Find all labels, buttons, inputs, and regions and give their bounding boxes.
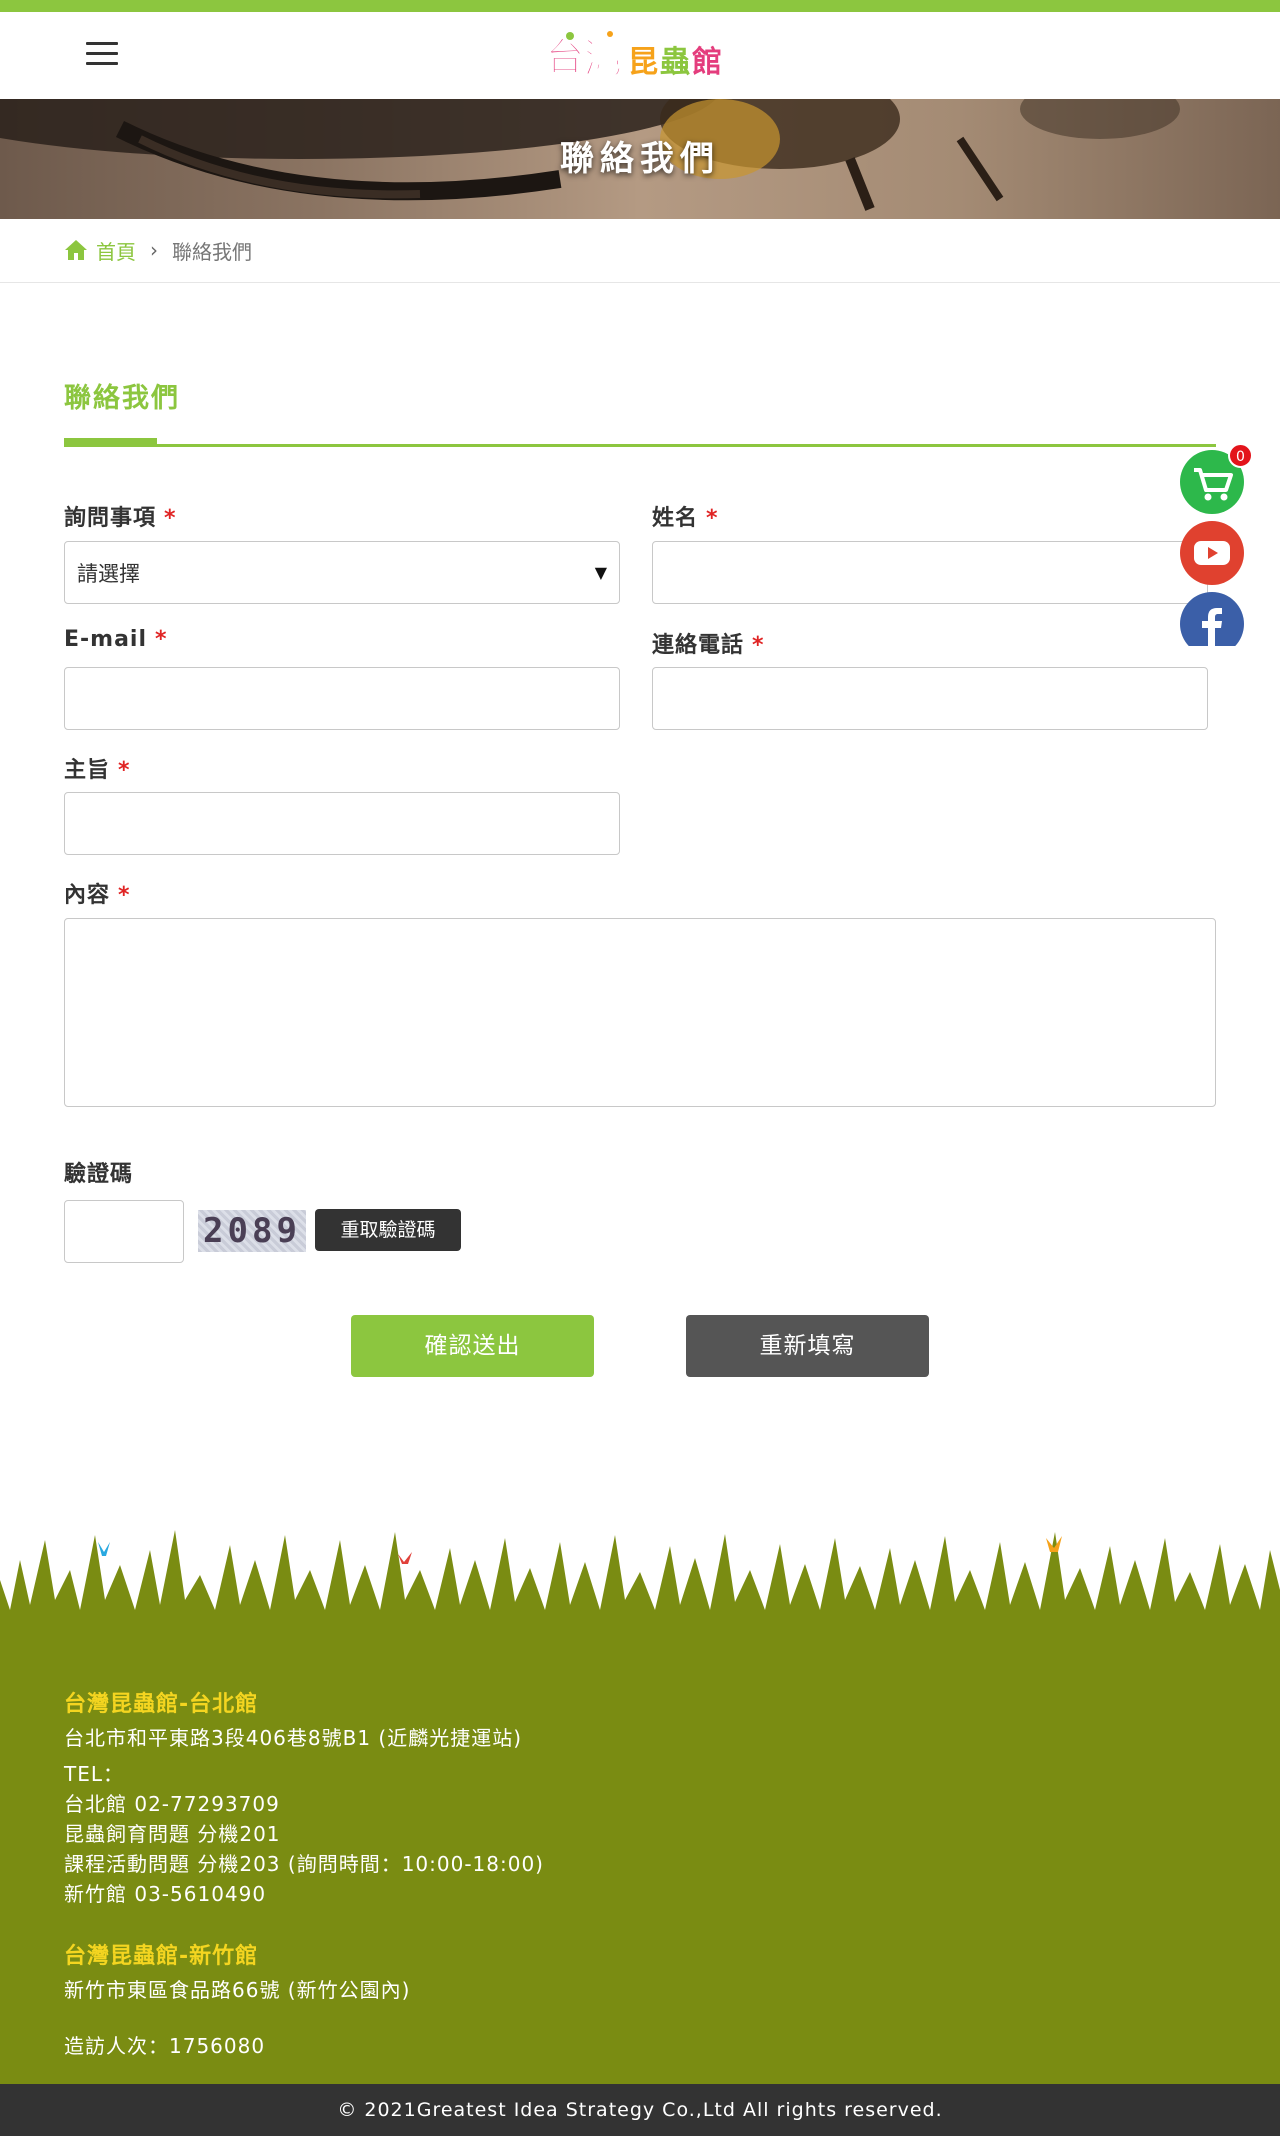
breadcrumb-divider bbox=[0, 282, 1280, 283]
inquiry-select-value: 請選擇 bbox=[77, 561, 140, 586]
email-label: E-mail * bbox=[64, 627, 168, 652]
content-textarea[interactable] bbox=[64, 918, 1216, 1107]
section-title: 聯絡我們 bbox=[64, 383, 180, 414]
svg-text:蟲: 蟲 bbox=[660, 45, 690, 80]
youtube-button[interactable] bbox=[1180, 521, 1244, 585]
facebook-icon bbox=[1202, 608, 1222, 646]
youtube-icon bbox=[1194, 541, 1230, 565]
captcha-input[interactable] bbox=[64, 1200, 184, 1263]
breadcrumb-current: 聯絡我們 bbox=[172, 239, 252, 264]
refresh-captcha-button[interactable]: 重取驗證碼 bbox=[315, 1209, 461, 1251]
breadcrumb: 首頁 › 聯絡我們 bbox=[64, 235, 252, 265]
phone-label: 連絡電話 * bbox=[652, 633, 765, 658]
captcha-image: 2089 bbox=[198, 1210, 306, 1252]
breadcrumb-home-link[interactable]: 首頁 bbox=[96, 236, 136, 265]
reset-button[interactable]: 重新填寫 bbox=[686, 1315, 929, 1377]
tel-label: TEL： bbox=[64, 1762, 124, 1786]
section-title-underline bbox=[64, 444, 1216, 447]
chevron-right-icon: › bbox=[150, 238, 158, 262]
name-label: 姓名 * bbox=[652, 506, 719, 531]
taipei-tel: 台北館 02-77293709 bbox=[64, 1792, 280, 1816]
facebook-button-wrapper bbox=[1180, 592, 1244, 646]
svg-text:台: 台 bbox=[546, 35, 584, 79]
caret-down-icon: ▼ bbox=[594, 563, 607, 582]
insect-care-extension: 昆蟲飼育問題 分機201 bbox=[64, 1822, 281, 1846]
submit-button[interactable]: 確認送出 bbox=[351, 1315, 594, 1377]
page-banner: 聯絡我們 bbox=[0, 99, 1280, 219]
menu-icon[interactable] bbox=[86, 42, 118, 68]
name-field[interactable] bbox=[652, 541, 1208, 604]
svg-text:灣: 灣 bbox=[584, 36, 624, 82]
site-logo[interactable]: 台 灣 昆 蟲 館 bbox=[540, 26, 740, 86]
banner-title: 聯絡我們 bbox=[560, 139, 720, 179]
inquiry-select[interactable]: 請選擇 ▼ bbox=[64, 541, 620, 604]
section-title-accent bbox=[64, 438, 157, 447]
course-extension: 課程活動問題 分機203 (詢問時間：10:00-18:00) bbox=[64, 1852, 544, 1876]
svg-text:館: 館 bbox=[692, 45, 722, 80]
captcha-label: 驗證碼 bbox=[64, 1162, 134, 1187]
facebook-button[interactable] bbox=[1180, 592, 1244, 646]
subject-label: 主旨 * bbox=[64, 758, 131, 783]
hsinchu-branch-title: 台灣昆蟲館-新竹館 bbox=[64, 1944, 259, 1969]
taipei-branch-title: 台灣昆蟲館-台北館 bbox=[64, 1692, 259, 1717]
site-header: 台 灣 昆 蟲 館 bbox=[0, 12, 1280, 99]
email-field[interactable] bbox=[64, 667, 620, 730]
content-label: 內容 * bbox=[64, 883, 131, 908]
inquiry-label: 詢問事項 * bbox=[64, 506, 177, 531]
phone-field[interactable] bbox=[652, 667, 1208, 730]
taipei-address: 台北市和平東路3段406巷8號B1 (近麟光捷運站) bbox=[64, 1726, 523, 1750]
subject-field[interactable] bbox=[64, 792, 620, 855]
copyright-bar: © 2021Greatest Idea Strategy Co.,Ltd All… bbox=[0, 2084, 1280, 2136]
top-accent-bar bbox=[0, 0, 1280, 12]
hsinchu-tel: 新竹館 03-5610490 bbox=[64, 1882, 267, 1906]
hsinchu-address: 新竹市東區食品路66號 (新竹公園內) bbox=[64, 1978, 411, 2002]
grass-decoration bbox=[0, 1530, 1280, 1630]
cart-count-badge: 0 bbox=[1228, 443, 1253, 468]
svg-text:昆: 昆 bbox=[628, 45, 658, 80]
home-icon[interactable] bbox=[64, 239, 88, 261]
visitor-counter: 造訪人次：1756080 bbox=[64, 2034, 266, 2058]
